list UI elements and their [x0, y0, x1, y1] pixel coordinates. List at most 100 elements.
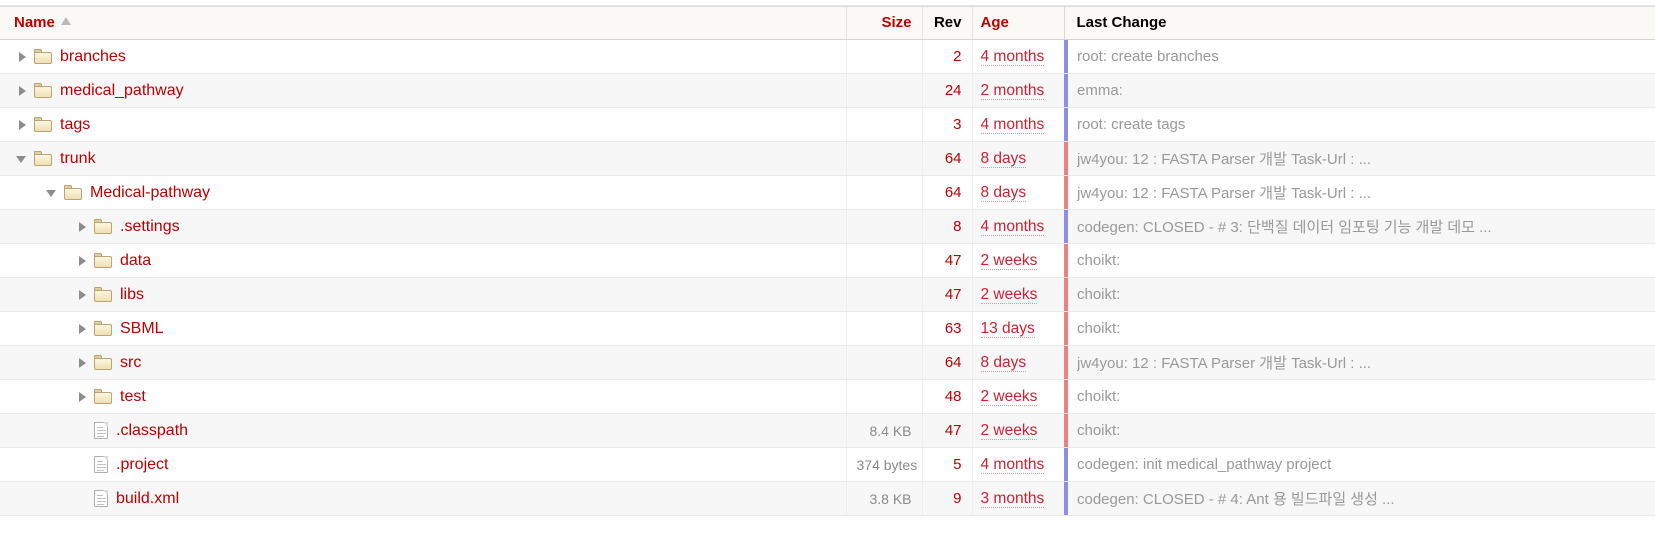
table-row[interactable]: src 64 8 days jw4you: 12 : FASTA Parser 개발 … — [0, 345, 1655, 380]
directory-link[interactable]: test — [120, 388, 146, 406]
column-header-last-change[interactable]: Last Change — [1063, 6, 1655, 40]
revision-link[interactable]: 47 — [945, 252, 962, 269]
change-message[interactable]: choikt: — [1077, 388, 1120, 405]
change-message[interactable]: choikt: — [1077, 320, 1120, 337]
change-message[interactable]: jw4you: 12 : FASTA Parser 개발 Task-Url : … — [1077, 148, 1371, 169]
revision-link[interactable]: 48 — [945, 388, 962, 405]
revision-link[interactable]: 64 — [945, 150, 962, 167]
column-header-size-label[interactable]: Size — [881, 14, 911, 31]
cell-size — [845, 107, 922, 142]
name-cell-content: test — [14, 388, 836, 406]
age-link[interactable]: 8 days — [980, 149, 1027, 168]
cell-name: data — [0, 243, 846, 278]
column-header-rev[interactable]: Rev — [921, 6, 972, 40]
cell-last-change: choikt: — [1064, 243, 1655, 278]
table-row[interactable]: build.xml 3.8 KB 9 3 months codegen: CLOSED … — [0, 481, 1655, 516]
change-message[interactable]: codegen: init medical_pathway project — [1077, 456, 1331, 473]
change-message[interactable]: root: create tags — [1077, 116, 1185, 133]
change-message[interactable]: codegen: CLOSED - # 4: Ant 용 빌드파일 생성 ... — [1077, 488, 1395, 509]
change-message[interactable]: choikt: — [1077, 422, 1120, 439]
change-message[interactable]: choikt: — [1077, 252, 1120, 269]
triangle-right-icon[interactable] — [74, 355, 90, 371]
age-link[interactable]: 8 days — [980, 353, 1027, 372]
table-row[interactable]: data 47 2 weeks choikt: — [0, 243, 1655, 278]
table-row[interactable]: test 48 2 weeks choikt: — [0, 379, 1655, 414]
age-link[interactable]: 2 months — [980, 81, 1045, 100]
revision-link[interactable]: 47 — [945, 286, 962, 303]
triangle-right-icon[interactable] — [14, 117, 30, 133]
age-link[interactable]: 2 weeks — [980, 251, 1038, 270]
twisty-placeholder — [74, 457, 90, 473]
column-header-name[interactable]: Name — [0, 6, 846, 40]
revision-link[interactable]: 8 — [953, 218, 961, 235]
change-message[interactable]: codegen: CLOSED - # 3: 단백질 데이터 임포팅 기능 개발… — [1077, 216, 1492, 237]
table-row[interactable]: SBML 63 13 days choikt: — [0, 311, 1655, 346]
age-link[interactable]: 4 months — [980, 115, 1045, 134]
age-link[interactable]: 2 weeks — [980, 285, 1038, 304]
directory-link[interactable]: branches — [60, 48, 126, 66]
directory-link[interactable]: SBML — [120, 320, 164, 338]
revision-link[interactable]: 3 — [953, 116, 961, 133]
revision-link[interactable]: 9 — [953, 490, 961, 507]
age-link[interactable]: 8 days — [980, 183, 1027, 202]
triangle-right-icon[interactable] — [14, 83, 30, 99]
triangle-right-icon[interactable] — [74, 219, 90, 235]
file-link[interactable]: build.xml — [116, 490, 179, 508]
directory-link[interactable]: .settings — [120, 218, 180, 236]
revision-link[interactable]: 24 — [945, 82, 962, 99]
triangle-right-icon[interactable] — [74, 321, 90, 337]
revision-link[interactable]: 2 — [953, 48, 961, 65]
change-message[interactable]: root: create branches — [1077, 48, 1219, 65]
table-row[interactable]: .classpath 8.4 KB 47 2 weeks choikt: — [0, 413, 1655, 448]
column-header-age[interactable]: Age — [971, 6, 1064, 40]
file-link[interactable]: .classpath — [116, 422, 188, 440]
column-header-size[interactable]: Size — [845, 6, 922, 40]
cell-name: Medical-pathway — [0, 175, 846, 210]
triangle-right-icon[interactable] — [74, 389, 90, 405]
triangle-right-icon[interactable] — [14, 49, 30, 65]
triangle-right-icon[interactable] — [74, 253, 90, 269]
table-row[interactable]: .project 374 bytes 5 4 months codegen: init … — [0, 447, 1655, 482]
cell-age: 8 days — [971, 345, 1064, 380]
directory-link[interactable]: Medical-pathway — [90, 184, 210, 202]
age-link[interactable]: 4 months — [980, 455, 1045, 474]
age-link[interactable]: 2 weeks — [980, 421, 1038, 440]
age-link[interactable]: 3 months — [980, 489, 1045, 508]
table-row[interactable]: tags 3 4 months root: create tags — [0, 107, 1655, 142]
table-row[interactable]: Medical-pathway 64 8 days jw4you: 12 : FAST… — [0, 175, 1655, 210]
age-link[interactable]: 4 months — [980, 47, 1045, 66]
triangle-down-icon[interactable] — [44, 185, 60, 201]
revision-link[interactable]: 64 — [945, 354, 962, 371]
change-message[interactable]: emma: — [1077, 82, 1123, 99]
directory-link[interactable]: data — [120, 252, 151, 270]
cell-last-change: choikt: — [1064, 379, 1655, 414]
table-row[interactable]: branches 2 4 months root: create branches — [0, 39, 1655, 74]
directory-link[interactable]: medical_pathway — [60, 82, 184, 100]
directory-link[interactable]: trunk — [60, 150, 96, 168]
change-message[interactable]: jw4you: 12 : FASTA Parser 개발 Task-Url : … — [1077, 352, 1371, 373]
change-message[interactable]: choikt: — [1077, 286, 1120, 303]
directory-link[interactable]: tags — [60, 116, 90, 134]
triangle-right-icon[interactable] — [74, 287, 90, 303]
column-header-name-label[interactable]: Name — [14, 14, 55, 31]
table-row[interactable]: .settings 8 4 months codegen: CLOSED - # 3:… — [0, 209, 1655, 244]
file-icon — [94, 456, 108, 473]
revision-link[interactable]: 64 — [945, 184, 962, 201]
revision-link[interactable]: 63 — [945, 320, 962, 337]
table-row[interactable]: libs 47 2 weeks choikt: — [0, 277, 1655, 312]
column-header-rev-label[interactable]: Rev — [934, 14, 962, 31]
directory-link[interactable]: libs — [120, 286, 144, 304]
column-header-age-label[interactable]: Age — [981, 14, 1009, 31]
revision-link[interactable]: 47 — [945, 422, 962, 439]
revision-link[interactable]: 5 — [953, 456, 961, 473]
directory-link[interactable]: src — [120, 354, 141, 372]
file-link[interactable]: .project — [116, 456, 168, 474]
age-link[interactable]: 13 days — [980, 319, 1035, 338]
change-message[interactable]: jw4you: 12 : FASTA Parser 개발 Task-Url : … — [1077, 182, 1371, 203]
column-header-last-change-label[interactable]: Last Change — [1077, 14, 1167, 31]
table-row[interactable]: medical_pathway 24 2 months emma: — [0, 73, 1655, 108]
age-link[interactable]: 4 months — [980, 217, 1045, 236]
table-row[interactable]: trunk 64 8 days jw4you: 12 : FASTA Parser 개… — [0, 141, 1655, 176]
triangle-down-icon[interactable] — [14, 151, 30, 167]
age-link[interactable]: 2 weeks — [980, 387, 1038, 406]
